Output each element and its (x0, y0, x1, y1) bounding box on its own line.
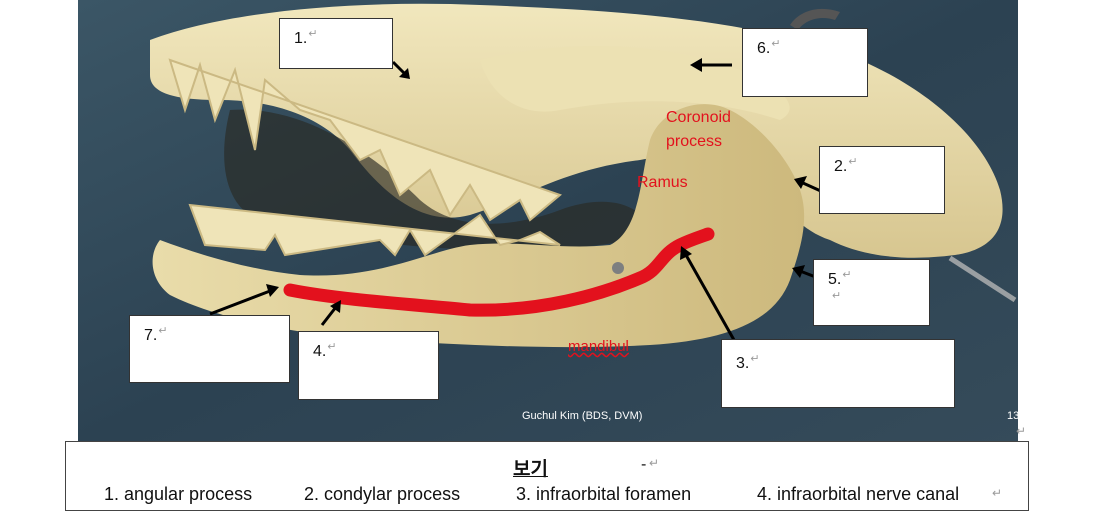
return-mark: ↵ (848, 156, 858, 168)
answer-box-4[interactable]: 4.↵ (298, 331, 439, 400)
legend-item-1: 1. angular process (104, 484, 253, 504)
return-mark: ↵ (649, 456, 660, 470)
coronoid-label-line1: Coronoid (666, 109, 731, 126)
answer-box-6[interactable]: 6.↵ (742, 28, 868, 97)
answer-box-number: 2. (834, 158, 848, 175)
answer-box-5[interactable]: 5.↵ ↵ (813, 259, 930, 326)
screw (612, 262, 624, 274)
slide-number: 13 (1007, 410, 1020, 422)
skull-photo (78, 0, 1018, 445)
coronoid-label-line2: process (666, 133, 723, 150)
legend-title-text: 보기 (513, 458, 548, 480)
legend-item-3: 3. infraorbital foramen (516, 484, 692, 504)
mandibul-label: mandibul (568, 338, 629, 355)
answer-box-number: 1. (294, 30, 308, 47)
legend-title: 보기 (513, 454, 548, 481)
answer-box-number: 7. (144, 327, 158, 344)
return-mark: ↵ (750, 353, 760, 365)
answer-box-number: 3. (736, 355, 750, 372)
return-mark: ↵ (992, 486, 1003, 500)
legend-box: 보기 - ↵ 1. angular process 2. condylar pr… (65, 441, 1029, 511)
legend-item-2: 2. condylar process (304, 484, 461, 504)
legend-title-suffix: - (641, 456, 647, 473)
answer-box-3[interactable]: 3.↵ (721, 339, 955, 408)
return-mark: ↵ (158, 325, 168, 337)
photo-credit: Guchul Kim (BDS, DVM) (522, 410, 643, 422)
return-mark: ↵ (1016, 424, 1027, 438)
return-mark: ↵ (842, 269, 852, 281)
return-mark: ↵ (308, 28, 318, 40)
coronoid-process-label: Coronoid process (666, 106, 731, 154)
answer-box-7[interactable]: 7.↵ (129, 315, 290, 383)
answer-box-number: 5. (828, 271, 842, 288)
legend-item-4: 4. infraorbital nerve canal (757, 484, 960, 504)
return-mark: ↵ (327, 341, 337, 353)
return-mark: ↵ (771, 38, 781, 50)
answer-box-number: 6. (757, 40, 771, 57)
return-mark: ↵ (832, 290, 842, 302)
answer-box-number: 4. (313, 343, 327, 360)
answer-box-2[interactable]: 2.↵ (819, 146, 945, 214)
ramus-label: Ramus (637, 174, 688, 191)
answer-box-1[interactable]: 1.↵ (279, 18, 393, 69)
